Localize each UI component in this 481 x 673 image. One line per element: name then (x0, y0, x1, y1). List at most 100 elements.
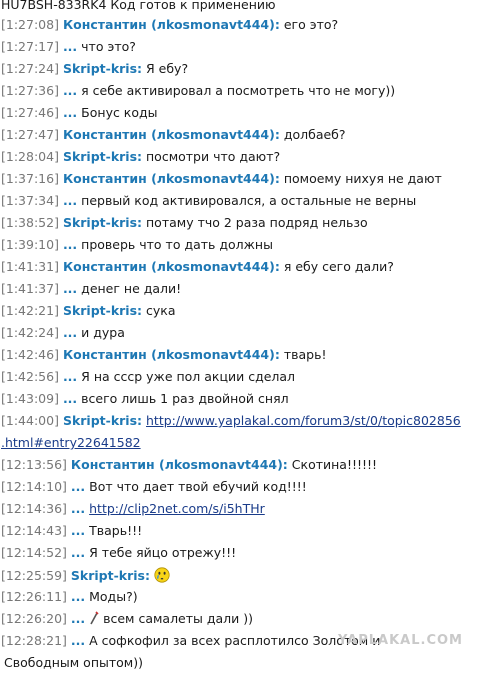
message-timestamp: [12:14:10] (1, 479, 67, 494)
continuation-marker: ... (62, 83, 78, 98)
chat-message: .html#entry22641582 (1, 435, 475, 451)
message-text: Моды?) (89, 589, 138, 604)
chat-message: [12:14:43] ... Тварь!!! (1, 523, 475, 539)
message-timestamp: [12:26:11] (1, 589, 67, 604)
message-link-continuation[interactable]: .html#entry22641582 (1, 435, 141, 450)
code-ready-text: HU7BSH-833RK4 Код готов к применению (1, 0, 276, 12)
message-timestamp: [1:27:47] (1, 127, 59, 142)
message-text: Вот что дает твой ебучий код!!!! (89, 479, 307, 494)
continuation-marker: ... (70, 523, 86, 538)
chat-message: [1:44:00] Skript-kris: http://www.yaplak… (1, 413, 475, 429)
chat-message: [1:42:24] ... и дура (1, 325, 475, 341)
chat-message: [1:37:16] Константин (лkosmonavt444): по… (1, 171, 475, 187)
chat-message: [12:26:11] ... Моды?) (1, 589, 475, 605)
message-timestamp: [12:13:56] (1, 457, 67, 472)
message-text: Бонус коды (81, 105, 158, 120)
message-text: Скотина!!!!!! (291, 457, 378, 472)
code-ready-line: HU7BSH-833RK4 Код готов к применению (1, 0, 475, 13)
message-text: проверь что то дать должны (81, 237, 273, 252)
message-timestamp: [12:26:20] (1, 611, 67, 626)
message-text: я ебу сего дали? (283, 259, 394, 274)
continuation-marker: ... (62, 325, 78, 340)
message-timestamp: [1:27:24] (1, 61, 59, 76)
chat-message: [1:41:31] Константин (лkosmonavt444): я … (1, 259, 475, 275)
message-text: долбаеб? (283, 127, 346, 142)
message-timestamp: [1:42:46] (1, 347, 59, 362)
sender-name: Константин (лkosmonavt444): (62, 171, 280, 186)
message-text: тварь! (283, 347, 327, 362)
message-text: А софкофил за всех расплотилсо Золотом и (89, 633, 381, 648)
chat-message: [12:13:56] Константин (лkosmonavt444): С… (1, 457, 475, 473)
continuation-marker: ... (70, 611, 86, 626)
message-timestamp: [1:27:36] (1, 83, 59, 98)
chat-message: Свободным опытом)) (1, 655, 475, 671)
continuation-marker: ... (62, 193, 78, 208)
message-text: всего лишь 1 раз двойной снял (81, 391, 289, 406)
continuation-marker: ... (70, 479, 86, 494)
message-timestamp: [1:41:37] (1, 281, 59, 296)
message-text-continuation: Свободным опытом)) (4, 655, 143, 670)
sender-name: Константин (лkosmonavt444): (62, 259, 280, 274)
continuation-marker: ... (70, 501, 86, 516)
message-timestamp: [1:41:31] (1, 259, 59, 274)
message-timestamp: [1:28:04] (1, 149, 59, 164)
sender-name: Skript-kris: (62, 215, 143, 230)
chat-message: [1:27:24] Skript-kris: Я ебу? (1, 61, 475, 77)
message-text: сука (146, 303, 176, 318)
sender-name: Skript-kris: (70, 568, 150, 583)
chat-message: [12:14:10] ... Вот что дает твой ебучий … (1, 479, 475, 495)
message-text: его это? (283, 17, 339, 32)
chat-message: [1:27:47] Константин (лkosmonavt444): до… (1, 127, 475, 143)
message-text: Тварь!!! (89, 523, 143, 538)
message-text: помоему нихуя не дают (283, 171, 442, 186)
message-timestamp: [12:14:36] (1, 501, 67, 516)
message-timestamp: [1:27:17] (1, 39, 59, 54)
chat-message: [12:14:52] ... Я тебе яйцо отрежу!!! (1, 545, 475, 561)
message-text: посмотри что дают? (146, 149, 281, 164)
sender-name: Константин (лkosmonavt444): (62, 127, 280, 142)
chat-message: [1:42:21] Skript-kris: сука (1, 303, 475, 319)
message-timestamp: [1:37:34] (1, 193, 59, 208)
message-timestamp: [12:14:52] (1, 545, 67, 560)
chat-message: [1:39:10] ... проверь что то дать должны (1, 237, 475, 253)
message-timestamp: [1:42:24] (1, 325, 59, 340)
chat-message: [1:43:09] ... всего лишь 1 раз двойной с… (1, 391, 475, 407)
sender-name: Константин (лkosmonavt444): (62, 17, 280, 32)
sender-name: Skript-kris: (62, 413, 143, 428)
chat-message: [1:42:46] Константин (лkosmonavt444): тв… (1, 347, 475, 363)
message-timestamp: [1:27:46] (1, 105, 59, 120)
message-text: Я ебу? (146, 61, 189, 76)
continuation-marker: ... (62, 281, 78, 296)
message-text: я себе активировал а посмотреть что не м… (81, 83, 396, 98)
continuation-marker: ... (62, 391, 78, 406)
chat-message: [1:27:46] ... Бонус коды (1, 105, 475, 121)
message-text: Я тебе яйцо отрежу!!! (89, 545, 237, 560)
chat-message: [1:28:04] Skript-kris: посмотри что дают… (1, 149, 475, 165)
message-timestamp: [1:27:08] (1, 17, 59, 32)
message-timestamp: [1:44:00] (1, 413, 59, 428)
sender-name: Константин (лkosmonavt444): (70, 457, 288, 472)
message-text: первый код активировался, а остальные не… (81, 193, 417, 208)
continuation-marker: ... (70, 633, 86, 648)
chat-message: [1:41:37] ... денег не дали! (1, 281, 475, 297)
message-timestamp: [12:25:59] (1, 568, 67, 583)
chat-message: [1:27:08] Константин (лkosmonavt444): ег… (1, 17, 475, 33)
chat-message: [1:27:17] ... что это? (1, 39, 475, 55)
message-link[interactable]: http://clip2net.com/s/i5hTHr (89, 501, 265, 516)
continuation-marker: ... (62, 237, 78, 252)
chat-message: [1:42:56] ... Я на ссср уже пол акции сд… (1, 369, 475, 385)
sender-name: Skript-kris: (62, 303, 143, 318)
continuation-marker: ... (62, 39, 78, 54)
message-timestamp: [1:39:10] (1, 237, 59, 252)
message-timestamp: [1:43:09] (1, 391, 59, 406)
message-text: что это? (81, 39, 136, 54)
message-timestamp: [1:37:16] (1, 171, 59, 186)
message-text: денег не дали! (81, 281, 182, 296)
message-text: потаму тчо 2 раза подряд нельзо (146, 215, 368, 230)
message-timestamp: [12:28:21] (1, 633, 67, 648)
chat-message: [1:27:36] ... я себе активировал а посмо… (1, 83, 475, 99)
message-link[interactable]: http://www.yaplakal.com/forum3/st/0/topi… (146, 413, 461, 428)
message-timestamp: [12:14:43] (1, 523, 67, 538)
sender-name: Skript-kris: (62, 61, 143, 76)
sender-name: Константин (лkosmonavt444): (62, 347, 280, 362)
